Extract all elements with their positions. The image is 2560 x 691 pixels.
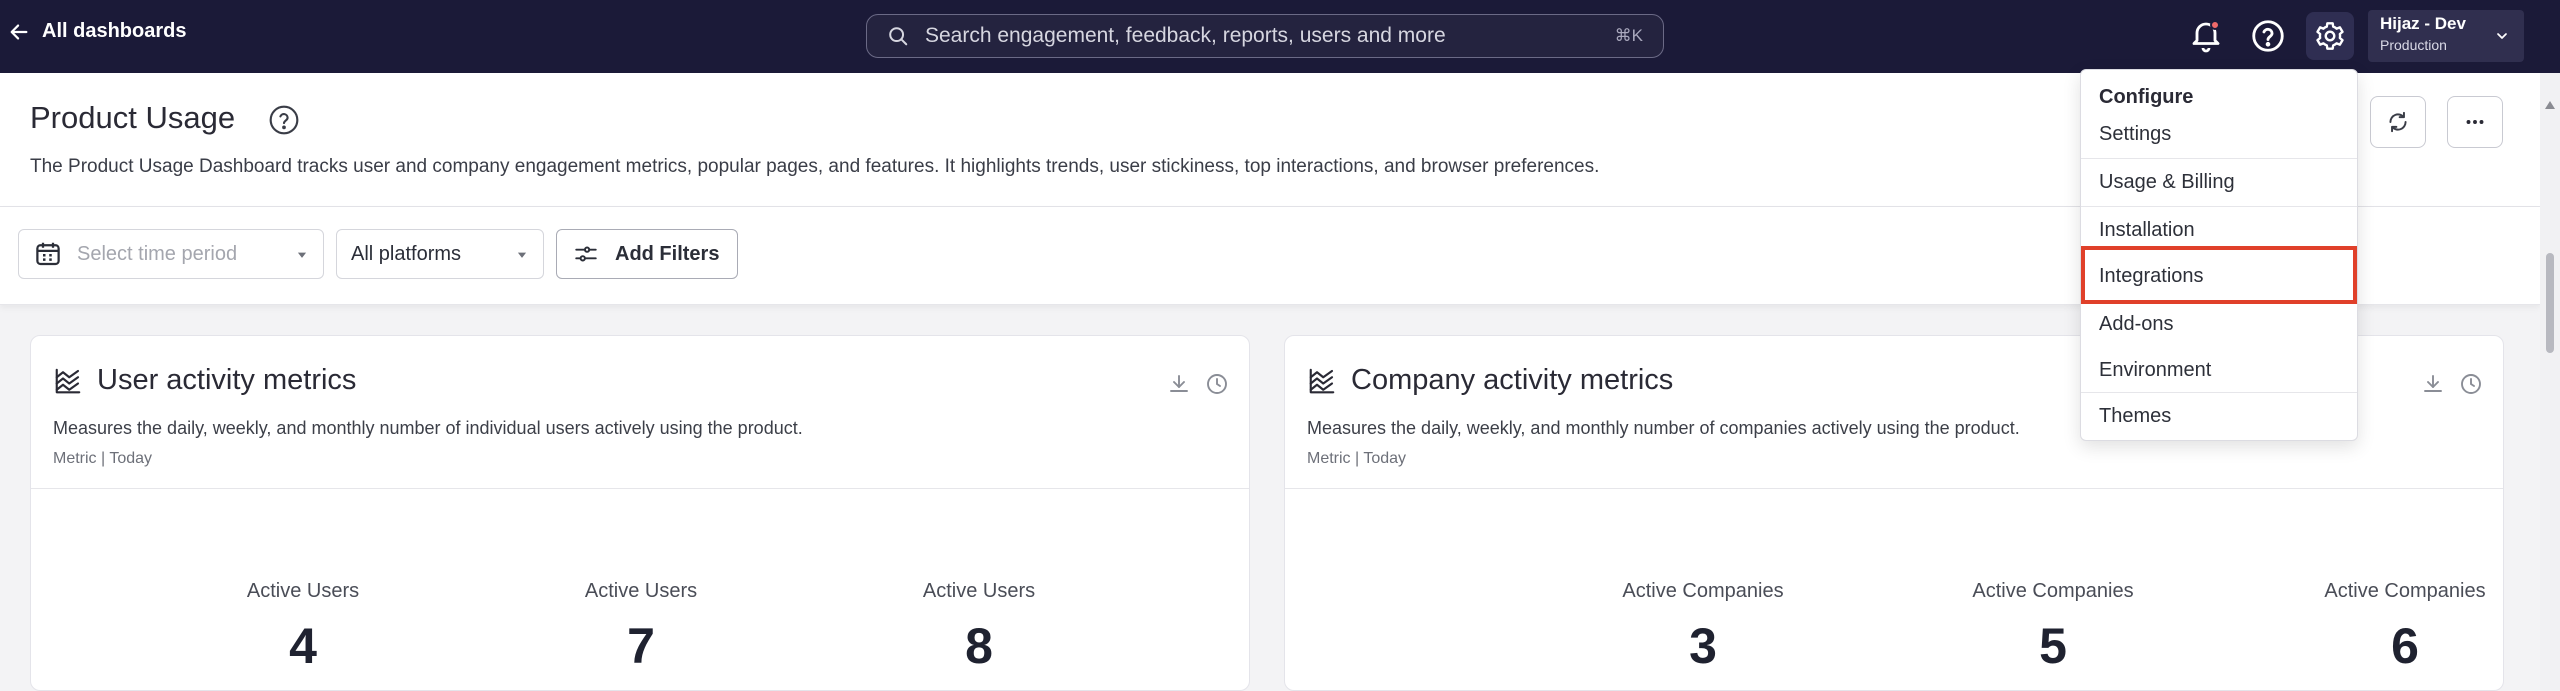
global-search-input[interactable]: Search engagement, feedback, reports, us… bbox=[866, 14, 1664, 58]
page-title: Product Usage bbox=[30, 100, 236, 135]
metric-label: Active Companies bbox=[1622, 580, 1784, 602]
metric-weekly-users: Active Users 7 bbox=[481, 580, 801, 675]
notifications-button[interactable] bbox=[2188, 18, 2224, 54]
refresh-button[interactable] bbox=[2370, 96, 2426, 148]
arrow-left-icon bbox=[10, 23, 28, 40]
gear-icon bbox=[2316, 22, 2344, 50]
card-meta: Metric | Today bbox=[53, 450, 153, 467]
page-scrollbar[interactable] bbox=[2540, 73, 2560, 691]
scrollbar-thumb[interactable] bbox=[2546, 253, 2554, 353]
download-icon[interactable] bbox=[1167, 372, 1191, 396]
metric-label: Active Companies bbox=[1972, 580, 2134, 602]
card-actions bbox=[1167, 372, 1229, 396]
platform-value: All platforms bbox=[351, 242, 462, 265]
search-icon bbox=[889, 27, 908, 46]
menu-item-themes[interactable]: Themes bbox=[2081, 394, 2357, 438]
menu-item-settings[interactable]: Settings bbox=[2081, 112, 2357, 156]
metric-value: 5 bbox=[2039, 618, 2067, 674]
user-activity-card: User activity metrics Measures the daily… bbox=[30, 335, 1250, 691]
scroll-up-arrow[interactable] bbox=[2545, 101, 2555, 109]
download-icon[interactable] bbox=[2421, 372, 2445, 396]
metric-value: 7 bbox=[627, 618, 655, 674]
chevron-down-icon bbox=[2497, 33, 2507, 39]
search-shortcut: ⌘K bbox=[1614, 26, 1643, 45]
notification-dot bbox=[2210, 20, 2220, 30]
card-title: Company activity metrics bbox=[1351, 364, 1674, 396]
card-meta: Metric | Today bbox=[1307, 450, 1407, 467]
line-chart-icon bbox=[55, 368, 81, 394]
metric-monthly-users: Active Users 8 bbox=[819, 580, 1139, 675]
metric-label: Active Users bbox=[584, 580, 698, 602]
menu-heading: Configure bbox=[2099, 86, 2194, 108]
card-divider bbox=[1285, 488, 2503, 489]
time-period-select[interactable]: Select time period bbox=[18, 229, 324, 279]
metric-value: 8 bbox=[965, 618, 993, 674]
metric-value: 3 bbox=[1689, 618, 1717, 674]
card-description: Measures the daily, weekly, and monthly … bbox=[53, 418, 803, 438]
account-switcher[interactable]: Hijaz - Dev Production bbox=[2368, 10, 2524, 62]
menu-item-add-ons[interactable]: Add-ons bbox=[2081, 302, 2357, 346]
time-period-placeholder: Select time period bbox=[77, 242, 238, 265]
add-filters-button[interactable]: Add Filters bbox=[556, 229, 738, 279]
metric-monthly-companies: Active Companies 6 bbox=[2245, 580, 2503, 675]
configure-menu: Configure Settings Usage & Billing Insta… bbox=[2080, 69, 2358, 441]
line-chart-icon bbox=[1309, 368, 1335, 394]
menu-item-usage-billing[interactable]: Usage & Billing bbox=[2081, 160, 2357, 204]
menu-divider bbox=[2081, 158, 2357, 159]
menu-divider bbox=[2081, 206, 2357, 207]
calendar-icon bbox=[36, 242, 60, 266]
all-dashboards-label: All dashboards bbox=[42, 20, 187, 42]
info-help-icon[interactable] bbox=[268, 104, 300, 136]
caret-down-icon bbox=[517, 252, 527, 258]
metric-label: Active Users bbox=[246, 580, 360, 602]
metric-daily-companies: Active Companies 3 bbox=[1543, 580, 1863, 675]
help-circle-icon bbox=[2252, 20, 2284, 52]
all-dashboards-link[interactable]: All dashboards bbox=[8, 20, 186, 43]
metric-weekly-companies: Active Companies 5 bbox=[1893, 580, 2213, 675]
metric-value: 4 bbox=[289, 618, 317, 674]
card-description: Measures the daily, weekly, and monthly … bbox=[1307, 418, 2020, 438]
card-actions bbox=[2421, 372, 2483, 396]
metric-daily-users: Active Users 4 bbox=[143, 580, 463, 675]
more-horizontal-icon bbox=[2466, 120, 2484, 124]
sliders-icon bbox=[575, 246, 597, 262]
metric-label: Active Users bbox=[922, 580, 1036, 602]
platform-select[interactable]: All platforms bbox=[336, 229, 544, 279]
account-environment: Production bbox=[2380, 37, 2447, 53]
refresh-icon bbox=[2389, 111, 2407, 133]
add-filters-label: Add Filters bbox=[615, 242, 720, 265]
account-name: Hijaz - Dev bbox=[2380, 14, 2466, 33]
search-placeholder: Search engagement, feedback, reports, us… bbox=[925, 24, 1446, 47]
clock-icon[interactable] bbox=[1205, 372, 1229, 396]
card-divider bbox=[31, 488, 1249, 489]
more-options-button[interactable] bbox=[2447, 96, 2503, 148]
card-title: User activity metrics bbox=[97, 364, 357, 396]
help-button[interactable] bbox=[2250, 18, 2286, 54]
metric-value: 6 bbox=[2391, 618, 2419, 674]
menu-item-environment[interactable]: Environment bbox=[2081, 348, 2357, 392]
integrations-highlight-box bbox=[2081, 246, 2357, 304]
caret-down-icon bbox=[297, 252, 307, 258]
settings-button[interactable] bbox=[2306, 12, 2354, 60]
clock-icon[interactable] bbox=[2459, 372, 2483, 396]
top-navigation-bar: All dashboards Search engagement, feedba… bbox=[0, 0, 2560, 73]
metric-label: Active Companies bbox=[2324, 580, 2486, 602]
menu-divider bbox=[2081, 392, 2357, 393]
page-description: The Product Usage Dashboard tracks user … bbox=[30, 156, 1600, 177]
